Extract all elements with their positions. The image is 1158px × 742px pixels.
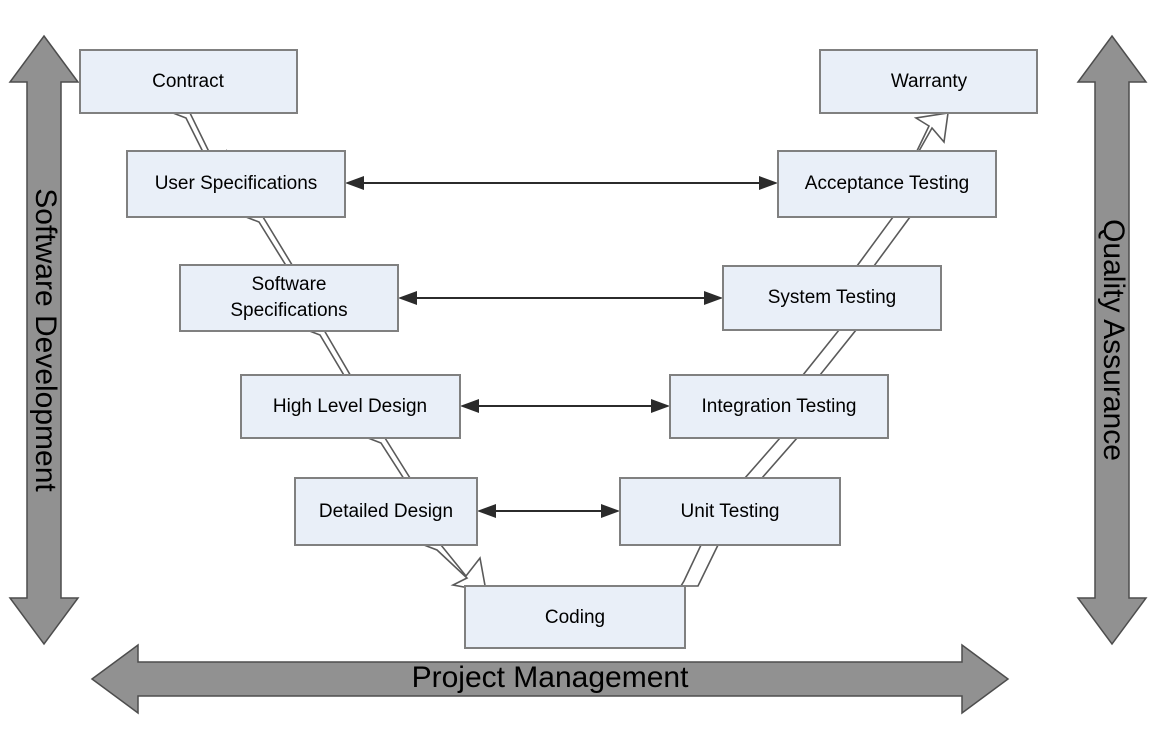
- node-label: Acceptance Testing: [805, 173, 969, 194]
- arrowhead-left: [345, 176, 364, 190]
- arrowhead-left: [477, 504, 496, 518]
- node-contract[interactable]: Contract: [79, 49, 298, 114]
- flow-acceptance-testing-to-warranty: [901, 112, 949, 156]
- node-label: Warranty: [891, 71, 968, 92]
- arrowhead-left: [460, 399, 479, 413]
- node-acceptance-testing[interactable]: Acceptance Testing: [777, 150, 997, 218]
- node-detailed-design[interactable]: Detailed Design: [294, 477, 478, 546]
- node-coding[interactable]: Coding: [464, 585, 686, 649]
- node-integration-testing[interactable]: Integration Testing: [669, 374, 889, 439]
- flow-unit-testing-to-integration-testing: [743, 437, 799, 479]
- node-system-testing[interactable]: System Testing: [722, 265, 942, 331]
- link-detailed-design-unit-testing: [477, 504, 620, 518]
- node-high-level-design[interactable]: High Level Design: [240, 374, 461, 439]
- flow-detailed-design-to-coding: [423, 544, 487, 592]
- node-label-line1: Software: [252, 274, 327, 295]
- node-label: Contract: [152, 71, 225, 92]
- node-label: Integration Testing: [702, 396, 857, 417]
- arrowhead-right: [651, 399, 670, 413]
- link-high-level-design-integration-testing: [460, 399, 670, 413]
- node-unit-testing[interactable]: Unit Testing: [619, 477, 841, 546]
- arrowhead-left: [398, 291, 417, 305]
- flow-integration-testing-to-system-testing: [801, 329, 858, 376]
- arrowhead-right: [759, 176, 778, 190]
- node-label: System Testing: [768, 287, 896, 308]
- node-label: High Level Design: [273, 396, 427, 417]
- block-arrow-shape: [743, 437, 799, 479]
- link-software-specifications-system-testing: [398, 291, 723, 305]
- node-label: Unit Testing: [681, 501, 780, 522]
- arrowhead-right: [704, 291, 723, 305]
- block-arrow-shape: [423, 544, 487, 592]
- flow-system-testing-to-acceptance-testing: [855, 216, 912, 267]
- band-label-quality-assurance: Quality Assurance: [1097, 219, 1130, 461]
- flow-coding-to-unit-testing: [679, 544, 720, 587]
- band-label-project-management: Project Management: [412, 661, 689, 694]
- block-arrow-shape: [679, 544, 720, 587]
- block-arrow-shape: [901, 112, 949, 156]
- band-quality-assurance: Quality Assurance: [1076, 34, 1148, 646]
- node-warranty[interactable]: Warranty: [819, 49, 1038, 114]
- node-software-specifications[interactable]: Software Specifications: [179, 264, 399, 332]
- vmodel-canvas: Software Development Quality Assurance P…: [8, 34, 1148, 715]
- link-user-specifications-acceptance-testing: [345, 176, 778, 190]
- block-arrow-shape: [801, 329, 858, 376]
- block-arrow-shape: [855, 216, 912, 267]
- node-label: Coding: [545, 607, 605, 628]
- vmodel-diagram: Software Development Quality Assurance P…: [0, 0, 1158, 742]
- node-label: Detailed Design: [319, 501, 453, 522]
- node-label: User Specifications: [155, 173, 318, 194]
- band-label-software-development: Software Development: [29, 188, 62, 492]
- node-user-specifications[interactable]: User Specifications: [126, 150, 346, 218]
- node-label-line2: Specifications: [230, 300, 347, 321]
- band-project-management: Project Management: [90, 643, 1010, 715]
- band-software-development: Software Development: [8, 34, 80, 646]
- arrowhead-right: [601, 504, 620, 518]
